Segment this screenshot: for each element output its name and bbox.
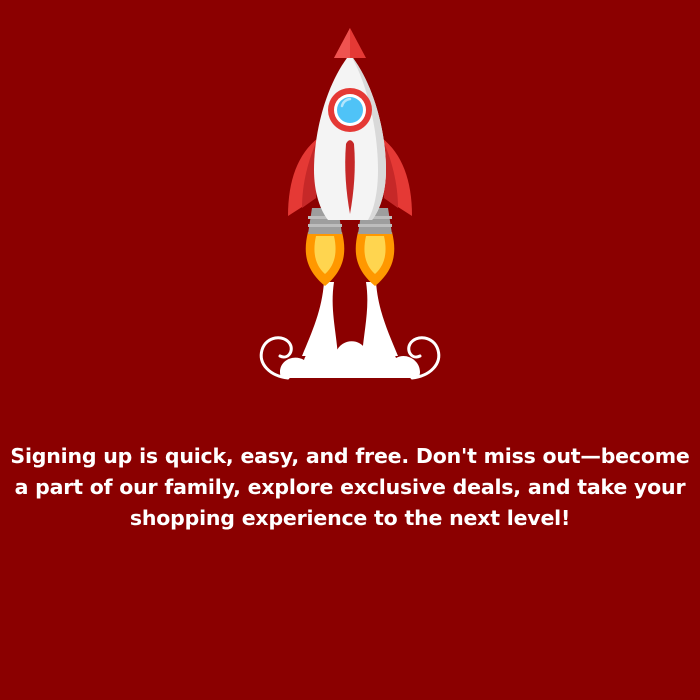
rocket-window — [328, 88, 372, 132]
promo-graphic: Signing up is quick, easy, and free. Don… — [0, 0, 700, 700]
flame-right — [355, 232, 395, 286]
smoke-cloud — [259, 282, 441, 380]
signup-message: Signing up is quick, easy, and free. Don… — [10, 444, 690, 530]
flame-left — [305, 232, 345, 286]
rocket-nose-cone — [334, 28, 366, 58]
rocket-launch-icon — [259, 28, 441, 380]
